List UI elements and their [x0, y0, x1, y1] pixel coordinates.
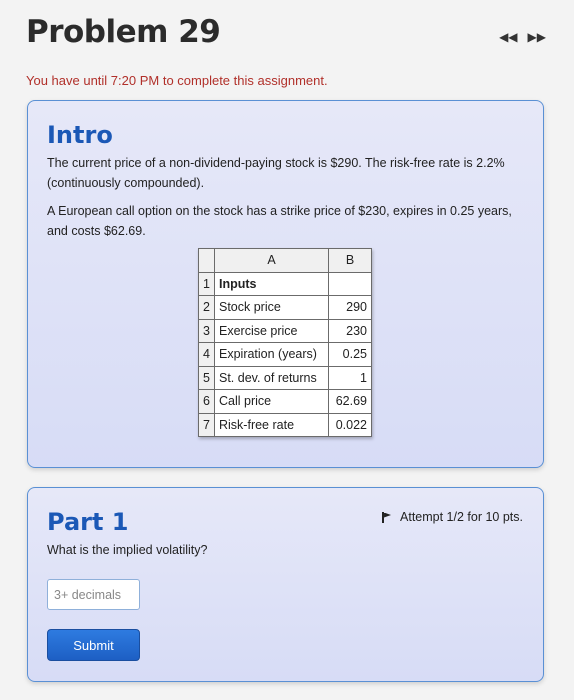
part-1-card: Part 1 Attempt 1/2 for 10 pts. What is t…: [27, 487, 544, 682]
table-row: 4 Expiration (years) 0.25: [198, 342, 372, 367]
page-title: Problem 29: [26, 14, 221, 50]
inputs-spreadsheet: A B 1 Inputs 2 Stock price 290 3 Exercis…: [198, 248, 372, 437]
intro-card: Intro The current price of a non-dividen…: [27, 100, 544, 468]
intro-paragraph-2: A European call option on the stock has …: [47, 204, 512, 238]
table-row: 1 Inputs: [198, 271, 372, 296]
cell-value: [328, 271, 372, 296]
cell-value: 290: [328, 295, 372, 320]
cell-label: Risk-free rate: [214, 412, 329, 437]
intro-paragraph-1: The current price of a non-dividend-payi…: [47, 156, 505, 190]
sheet-corner-cell: [198, 248, 215, 273]
table-row: 5 St. dev. of returns 1: [198, 365, 372, 390]
deadline-notice: You have until 7:20 PM to complete this …: [26, 73, 328, 88]
row-number: 4: [198, 342, 215, 367]
row-number: 7: [198, 412, 215, 437]
cell-value: 0.022: [328, 412, 372, 437]
table-row: 7 Risk-free rate 0.022: [198, 412, 372, 437]
cell-value: 230: [328, 318, 372, 343]
column-header-b: B: [328, 248, 372, 273]
part-1-heading: Part 1: [47, 508, 129, 536]
next-problem-icon[interactable]: ▶▶: [528, 30, 546, 44]
cell-value: 1: [328, 365, 372, 390]
row-number: 2: [198, 295, 215, 320]
question-text: What is the implied volatility?: [47, 543, 208, 557]
cell-label: Inputs: [214, 271, 329, 296]
row-number: 6: [198, 389, 215, 414]
attempt-label: Attempt 1/2 for 10 pts.: [400, 510, 523, 524]
cell-label: Exercise price: [214, 318, 329, 343]
cell-label: Call price: [214, 389, 329, 414]
answer-input[interactable]: [47, 579, 140, 610]
submit-button[interactable]: Submit: [47, 629, 140, 661]
row-number: 1: [198, 271, 215, 296]
table-row: 6 Call price 62.69: [198, 389, 372, 414]
cell-value: 0.25: [328, 342, 372, 367]
table-row: 2 Stock price 290: [198, 295, 372, 320]
attempt-info: Attempt 1/2 for 10 pts.: [382, 510, 523, 524]
previous-problem-icon[interactable]: ◀◀: [499, 30, 517, 44]
intro-heading: Intro: [47, 121, 113, 149]
problem-navigation: ◀◀ ▶▶: [499, 30, 546, 44]
row-number: 5: [198, 365, 215, 390]
cell-value: 62.69: [328, 389, 372, 414]
row-number: 3: [198, 318, 215, 343]
flag-icon[interactable]: [382, 511, 392, 523]
cell-label: Expiration (years): [214, 342, 329, 367]
table-row: 3 Exercise price 230: [198, 318, 372, 343]
cell-label: Stock price: [214, 295, 329, 320]
cell-label: St. dev. of returns: [214, 365, 329, 390]
column-header-a: A: [214, 248, 329, 273]
sheet-header-row: A B: [198, 248, 372, 273]
